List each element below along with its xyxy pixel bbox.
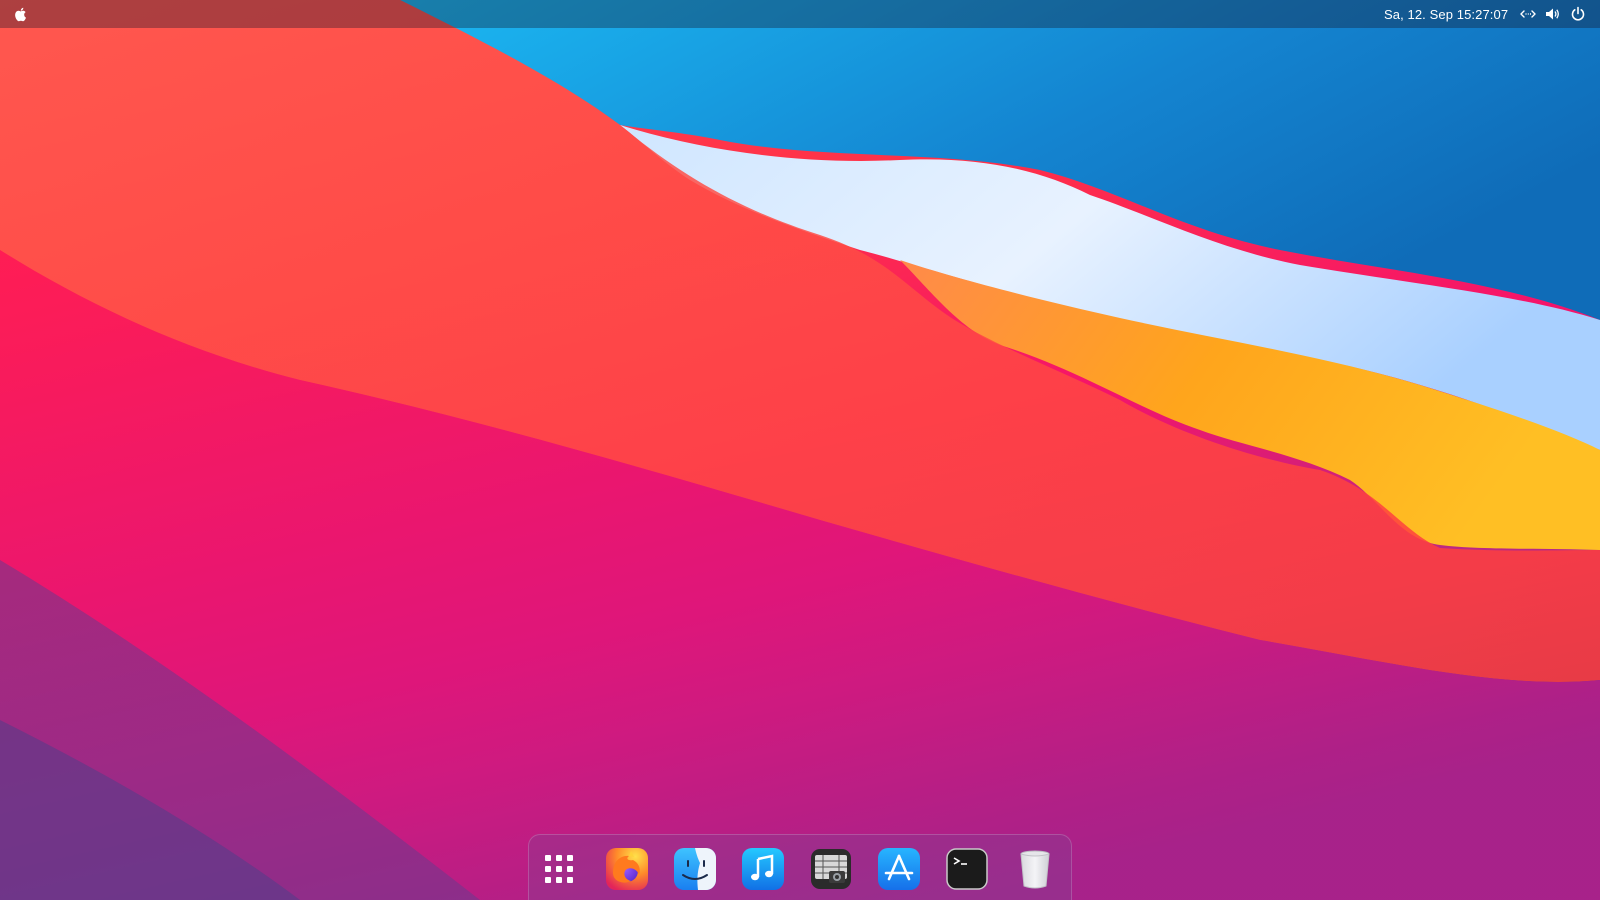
apple-logo-icon[interactable]: [12, 5, 30, 23]
app-store-icon[interactable]: [877, 847, 921, 891]
top-panel: Sa, 12. Sep 15:27:07: [0, 0, 1600, 28]
clock[interactable]: Sa, 12. Sep 15:27:07: [1384, 7, 1508, 22]
trash-icon[interactable]: [1013, 847, 1057, 891]
wallpaper: [0, 0, 1600, 900]
app-grid-icon[interactable]: [537, 847, 581, 891]
terminal-icon[interactable]: [945, 847, 989, 891]
music-icon[interactable]: [741, 847, 785, 891]
network-icon[interactable]: [1519, 5, 1537, 23]
finder-icon[interactable]: [673, 847, 717, 891]
volume-icon[interactable]: [1544, 5, 1562, 23]
desktop[interactable]: Sa, 12. Sep 15:27:07: [0, 0, 1600, 900]
screenshot-icon[interactable]: [809, 847, 853, 891]
dock: [528, 834, 1072, 900]
power-icon[interactable]: [1569, 5, 1587, 23]
firefox-icon[interactable]: [605, 847, 649, 891]
